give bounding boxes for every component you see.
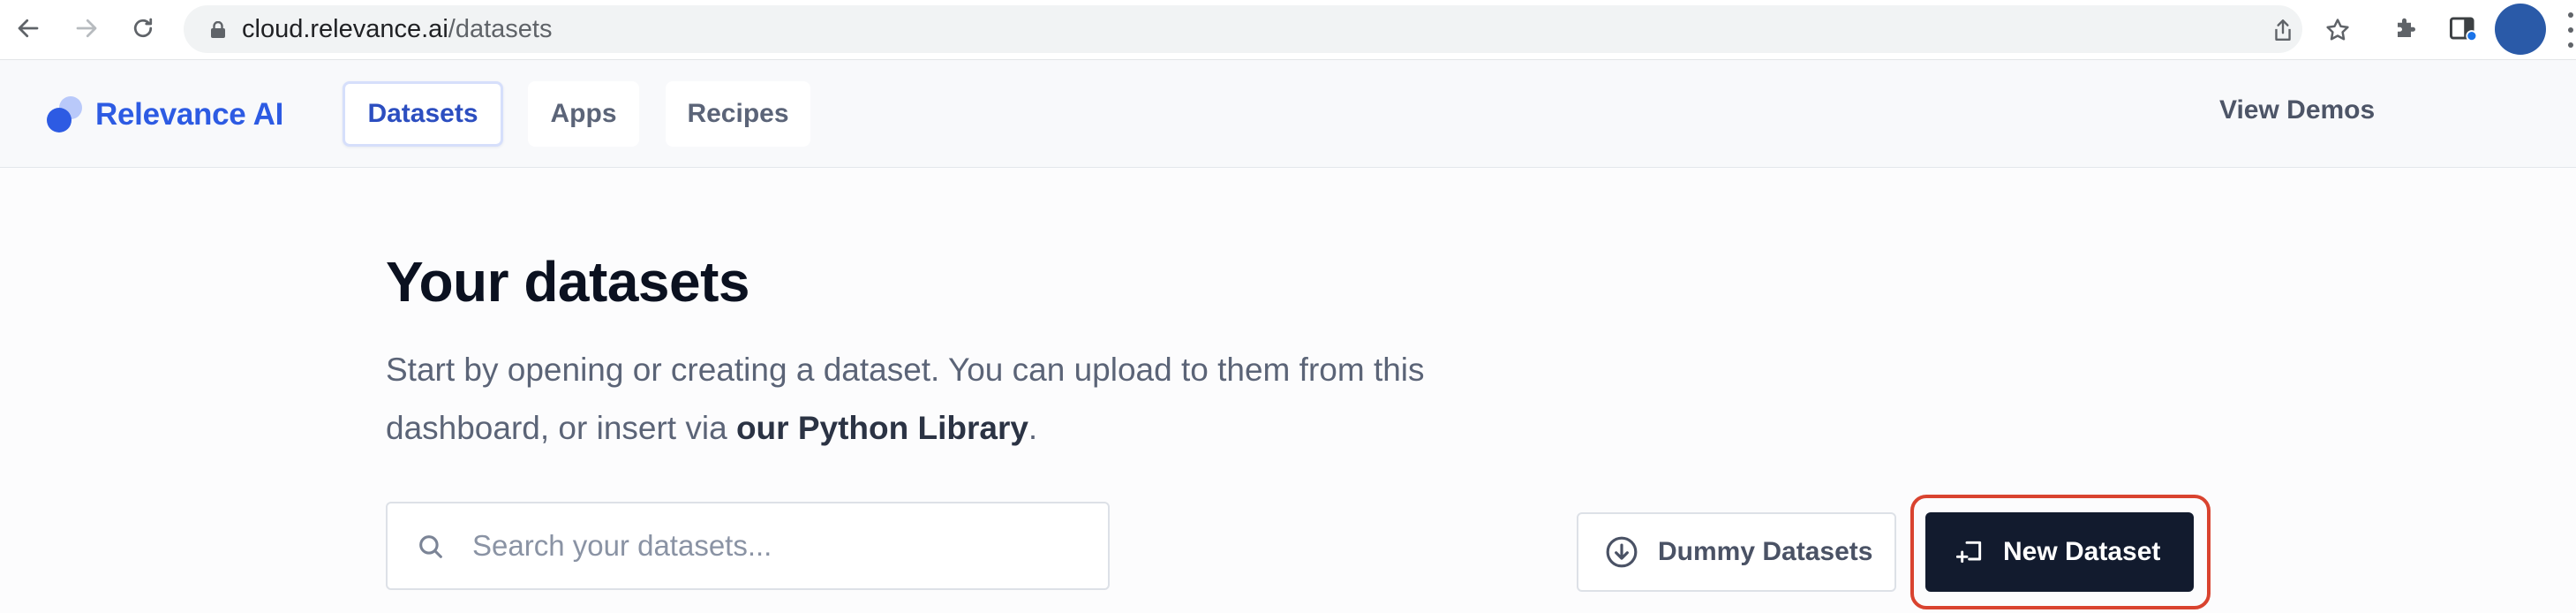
arrow-left-icon xyxy=(18,19,39,38)
bookmark-button[interactable] xyxy=(2324,16,2352,44)
relevance-logo-icon xyxy=(46,95,85,134)
view-demos-link[interactable]: View Demos xyxy=(2219,95,2375,125)
forward-button[interactable] xyxy=(69,11,104,46)
address-bar[interactable]: cloud.relevance.ai/datasets xyxy=(184,5,2302,53)
url-host: cloud.relevance.ai xyxy=(242,15,448,43)
star-icon xyxy=(2326,19,2349,41)
dummy-datasets-button[interactable]: Dummy Datasets xyxy=(1577,512,1896,592)
puzzle-icon xyxy=(2398,18,2415,37)
download-circle-icon xyxy=(1605,535,1638,569)
profile-avatar[interactable] xyxy=(2495,4,2546,55)
search-input[interactable] xyxy=(472,503,1090,588)
side-panel-button[interactable] xyxy=(2447,12,2479,44)
tab-label: Apps xyxy=(550,99,617,128)
browser-menu-button[interactable] xyxy=(2565,12,2576,48)
back-button[interactable] xyxy=(11,11,46,46)
url-path: /datasets xyxy=(448,15,553,43)
search-icon xyxy=(419,535,442,558)
page-description: Start by opening or creating a dataset. … xyxy=(386,341,1533,458)
tab-label: Recipes xyxy=(687,99,789,128)
tab-recipes[interactable]: Recipes xyxy=(666,81,810,147)
new-dataset-label: New Dataset xyxy=(2003,537,2161,566)
side-panel-icon xyxy=(2449,17,2477,42)
python-library-link[interactable]: our Python Library xyxy=(736,410,1028,446)
url-text: cloud.relevance.ai/datasets xyxy=(242,5,552,53)
tab-datasets[interactable]: Datasets xyxy=(343,81,503,147)
extensions-button[interactable] xyxy=(2391,12,2422,44)
dummy-datasets-label: Dummy Datasets xyxy=(1658,537,1873,566)
main-content: Your datasets Start by opening or creati… xyxy=(0,168,2576,613)
arrow-right-icon xyxy=(76,19,97,38)
brand-logo[interactable]: Relevance AI xyxy=(46,95,283,134)
description-end: . xyxy=(1028,410,1038,446)
search-box xyxy=(386,502,1110,590)
page-title: Your datasets xyxy=(386,250,750,314)
share-icon xyxy=(2275,19,2291,41)
lock-icon xyxy=(211,21,225,38)
add-dataset-icon xyxy=(1955,537,1985,567)
app-header: Relevance AI Datasets Apps Recipes View … xyxy=(0,60,2576,168)
tab-label: Datasets xyxy=(367,99,478,128)
reload-button[interactable] xyxy=(125,11,161,46)
browser-toolbar: cloud.relevance.ai/datasets xyxy=(0,0,2576,60)
new-dataset-button[interactable]: New Dataset xyxy=(1925,512,2194,592)
tab-apps[interactable]: Apps xyxy=(528,81,639,147)
share-button[interactable] xyxy=(2269,16,2297,44)
brand-name: Relevance AI xyxy=(95,97,283,132)
reload-icon xyxy=(133,18,153,38)
